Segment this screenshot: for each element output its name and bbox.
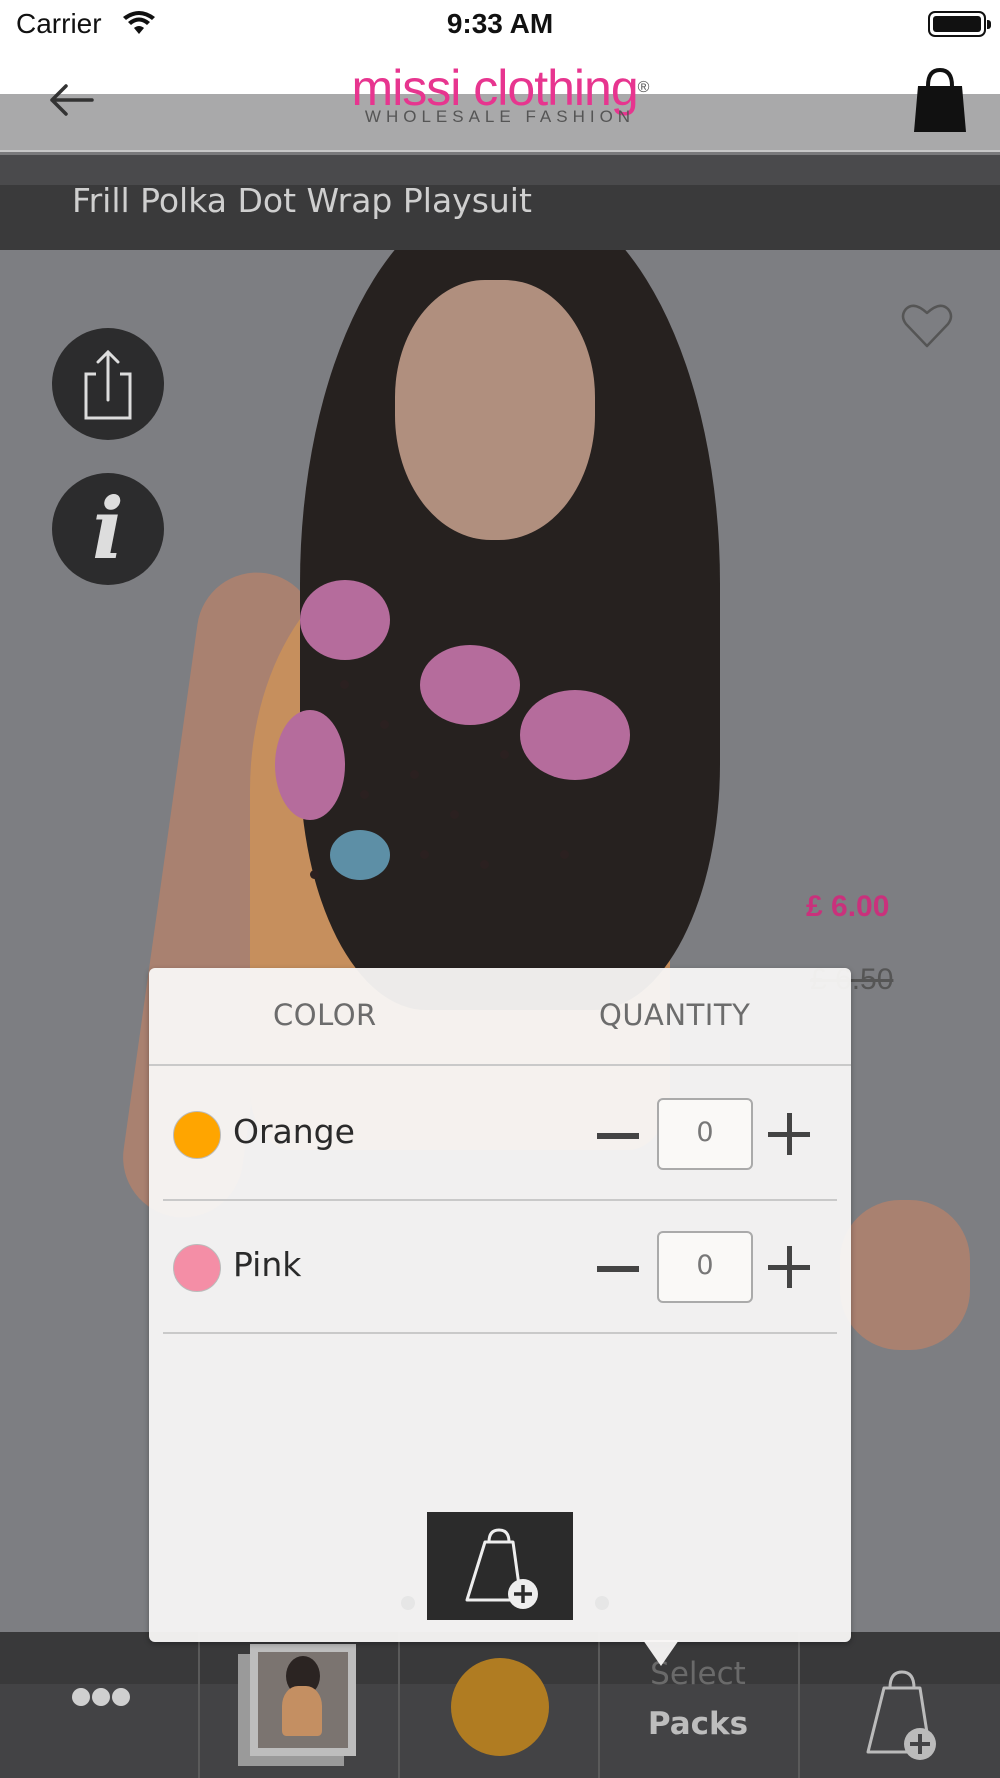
decrease-quantity-button[interactable] bbox=[597, 1114, 641, 1158]
color-row-orange: Orange 0 bbox=[163, 1068, 837, 1201]
logo-registered-mark: ® bbox=[637, 79, 650, 96]
app-header: missi clothing® WHOLESALE FASHION bbox=[0, 50, 1000, 152]
quantity-column-header: QUANTITY bbox=[599, 998, 751, 1032]
product-title-bar: Frill Polka Dot Wrap Playsuit bbox=[0, 155, 1000, 250]
color-column-header: COLOR bbox=[273, 998, 377, 1032]
add-to-bag-button[interactable] bbox=[427, 1512, 573, 1620]
selected-color-button[interactable] bbox=[451, 1658, 549, 1756]
product-thumbnail-button[interactable] bbox=[238, 1644, 360, 1772]
bag-add-icon bbox=[465, 1528, 538, 1609]
add-to-bag-icon[interactable] bbox=[860, 1666, 940, 1760]
quantity-input[interactable]: 0 bbox=[657, 1231, 753, 1303]
product-price: £ 6.00 bbox=[806, 890, 890, 923]
color-quantity-popup: COLOR QUANTITY Orange 0 Pink 0 bbox=[149, 968, 851, 1642]
info-icon: i bbox=[92, 479, 124, 578]
popup-pointer bbox=[643, 1640, 679, 1666]
color-swatch bbox=[173, 1111, 221, 1159]
product-thumbnail-image bbox=[258, 1652, 348, 1748]
quantity-input[interactable]: 0 bbox=[657, 1098, 753, 1170]
favorite-heart-icon[interactable] bbox=[900, 300, 954, 350]
packs-label[interactable]: Packs bbox=[598, 1706, 798, 1742]
page-indicator-dot bbox=[401, 1596, 415, 1610]
color-name: Pink bbox=[233, 1245, 302, 1284]
more-options-button[interactable] bbox=[70, 1688, 130, 1718]
page-indicator-dot bbox=[595, 1596, 609, 1610]
battery-icon bbox=[928, 11, 991, 37]
color-name: Orange bbox=[233, 1112, 355, 1151]
product-title: Frill Polka Dot Wrap Playsuit bbox=[72, 181, 532, 220]
shopping-bag-icon[interactable] bbox=[912, 66, 968, 136]
color-swatch bbox=[173, 1244, 221, 1292]
logo-subtitle: WHOLESALE FASHION bbox=[364, 107, 636, 126]
bottom-toolbar: Select Packs bbox=[0, 1632, 1000, 1778]
status-bar: Carrier 9:33 AM bbox=[0, 0, 1000, 50]
brand-logo: missi clothing® WHOLESALE FASHION bbox=[0, 62, 1000, 126]
status-time: 9:33 AM bbox=[446, 8, 554, 39]
increase-quantity-button[interactable] bbox=[768, 1246, 812, 1290]
more-icon bbox=[72, 1688, 90, 1706]
increase-quantity-button[interactable] bbox=[768, 1113, 812, 1157]
select-label[interactable]: Select bbox=[598, 1656, 798, 1692]
popup-header: COLOR QUANTITY bbox=[149, 968, 851, 1066]
info-button[interactable]: i bbox=[52, 473, 164, 585]
decrease-quantity-button[interactable] bbox=[597, 1247, 641, 1291]
color-row-pink: Pink 0 bbox=[163, 1201, 837, 1334]
share-icon bbox=[84, 349, 132, 420]
share-button[interactable] bbox=[52, 328, 164, 440]
